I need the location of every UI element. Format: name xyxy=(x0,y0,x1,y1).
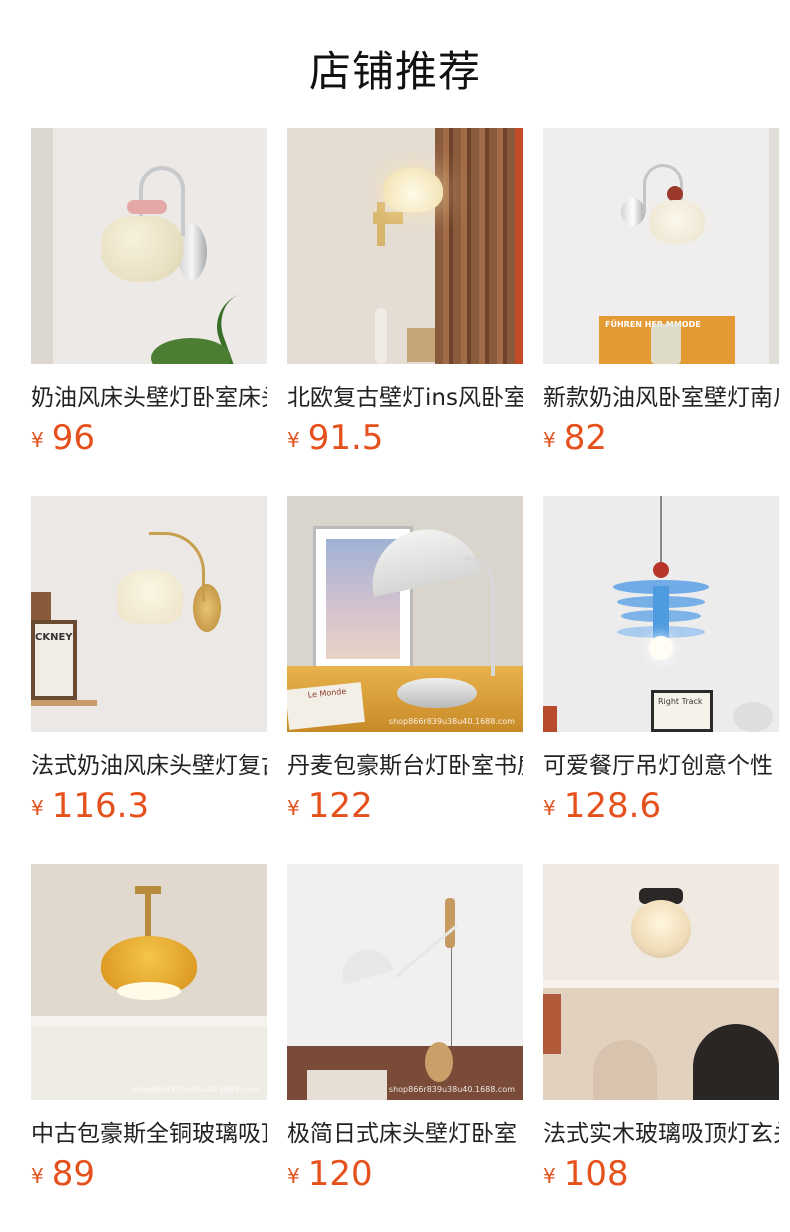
page-title: 店铺推荐 xyxy=(308,47,481,96)
product-card[interactable]: shop866r839u38u40.1688.com 中古包豪斯全铜玻璃吸顶灯 … xyxy=(31,864,267,1194)
price-value: 91.5 xyxy=(307,418,384,458)
product-image[interactable]: Right Track xyxy=(543,496,779,732)
product-image[interactable] xyxy=(543,864,779,1100)
currency-symbol: ¥ xyxy=(543,796,556,820)
product-image[interactable]: shop866r839u38u40.1688.com xyxy=(31,864,267,1100)
currency-symbol: ¥ xyxy=(543,1164,556,1188)
currency-symbol: ¥ xyxy=(31,796,44,820)
product-card[interactable]: Le Monde shop866r839u38u40.1688.com 丹麦包豪… xyxy=(287,496,523,826)
product-name[interactable]: 奶油风床头壁灯卧室床头灯 xyxy=(31,378,267,412)
price-value: 116.3 xyxy=(51,786,150,826)
product-price: ¥89 xyxy=(31,1154,95,1194)
product-price: ¥128.6 xyxy=(543,786,661,826)
product-name[interactable]: 北欧复古壁灯ins风卧室床头 xyxy=(287,378,523,412)
product-image[interactable] xyxy=(31,128,267,364)
product-price: ¥120 xyxy=(287,1154,373,1194)
product-card[interactable]: FÜHREN HER MMODE 新款奶油风卧室壁灯南瓜灯 ¥82 xyxy=(543,128,779,458)
product-image[interactable]: Le Monde shop866r839u38u40.1688.com xyxy=(287,496,523,732)
product-image[interactable]: CKNEY xyxy=(31,496,267,732)
price-value: 108 xyxy=(563,1154,629,1194)
product-card[interactable]: 法式实木玻璃吸顶灯玄关 ¥108 xyxy=(543,864,779,1194)
currency-symbol: ¥ xyxy=(31,428,44,452)
currency-symbol: ¥ xyxy=(287,1164,300,1188)
product-price: ¥108 xyxy=(543,1154,629,1194)
product-price: ¥122 xyxy=(287,786,373,826)
product-name[interactable]: 法式实木玻璃吸顶灯玄关 xyxy=(543,1114,779,1148)
product-grid: 奶油风床头壁灯卧室床头灯 ¥96 北欧复古壁灯ins风卧室床头 ¥91.5 xyxy=(31,128,779,1194)
product-card[interactable]: 北欧复古壁灯ins风卧室床头 ¥91.5 xyxy=(287,128,523,458)
product-name[interactable]: 可爱餐厅吊灯创意个性 xyxy=(543,746,779,780)
shop-watermark: shop866r839u38u40.1688.com xyxy=(388,717,515,726)
product-card[interactable]: 奶油风床头壁灯卧室床头灯 ¥96 xyxy=(31,128,267,458)
poster-text: CKNEY xyxy=(35,624,73,696)
sign-text: Right Track xyxy=(654,693,710,729)
product-name[interactable]: 法式奶油风床头壁灯复古 xyxy=(31,746,267,780)
product-image[interactable] xyxy=(287,128,523,364)
product-name[interactable]: 中古包豪斯全铜玻璃吸顶灯 xyxy=(31,1114,267,1148)
product-name[interactable]: 极简日式床头壁灯卧室 xyxy=(287,1114,523,1148)
price-value: 120 xyxy=(307,1154,373,1194)
product-card[interactable]: CKNEY 法式奶油风床头壁灯复古 ¥116.3 xyxy=(31,496,267,826)
product-price: ¥116.3 xyxy=(31,786,149,826)
price-value: 82 xyxy=(563,418,607,458)
currency-symbol: ¥ xyxy=(543,428,556,452)
product-name[interactable]: 丹麦包豪斯台灯卧室书房 xyxy=(287,746,523,780)
shop-watermark: shop866r839u38u40.1688.com xyxy=(388,1085,515,1094)
product-card[interactable]: shop866r839u38u40.1688.com 极简日式床头壁灯卧室 ¥1… xyxy=(287,864,523,1194)
product-price: ¥91.5 xyxy=(287,418,383,458)
product-name[interactable]: 新款奶油风卧室壁灯南瓜灯 xyxy=(543,378,779,412)
product-price: ¥82 xyxy=(543,418,607,458)
currency-symbol: ¥ xyxy=(31,1164,44,1188)
price-value: 89 xyxy=(51,1154,95,1194)
currency-symbol: ¥ xyxy=(287,796,300,820)
shop-watermark: shop866r839u38u40.1688.com xyxy=(132,1085,259,1094)
product-image[interactable]: FÜHREN HER MMODE xyxy=(543,128,779,364)
store-recommendations-page: 店铺推荐 奶油风床头壁灯卧室床头灯 ¥96 xyxy=(0,0,790,1232)
product-price: ¥96 xyxy=(31,418,95,458)
price-value: 128.6 xyxy=(563,786,662,826)
price-value: 96 xyxy=(51,418,95,458)
price-value: 122 xyxy=(307,786,373,826)
currency-symbol: ¥ xyxy=(287,428,300,452)
product-card[interactable]: Right Track 可爱餐厅吊灯创意个性 ¥128.6 xyxy=(543,496,779,826)
product-image[interactable]: shop866r839u38u40.1688.com xyxy=(287,864,523,1100)
